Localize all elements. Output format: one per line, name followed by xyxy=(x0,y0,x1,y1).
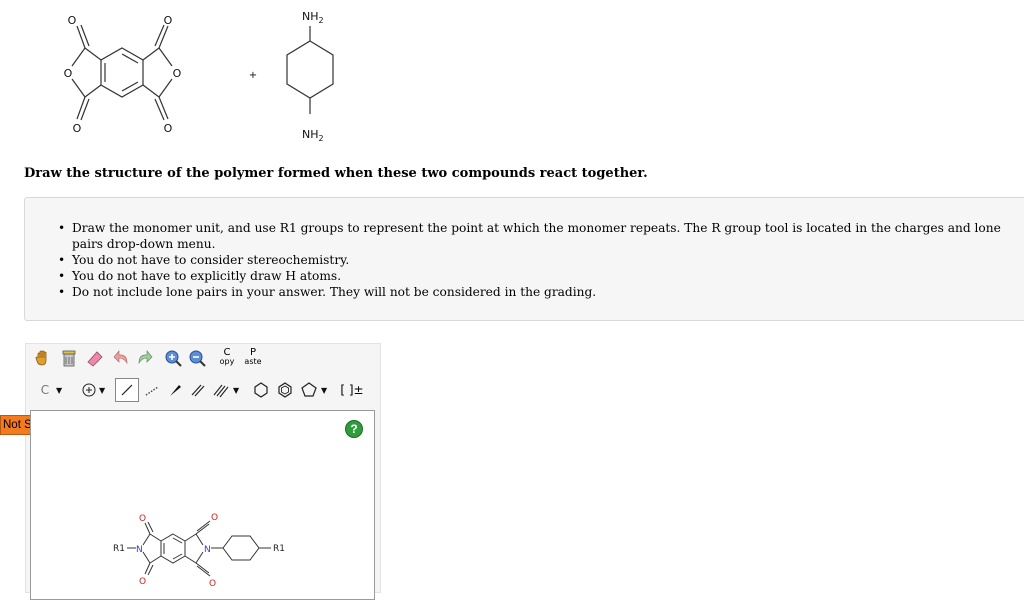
cyclopropane-ring-icon[interactable] xyxy=(250,379,272,401)
bracket-tool-button[interactable]: [ ]± xyxy=(338,379,366,401)
oxygen-label: O xyxy=(164,122,173,135)
chevron-down-icon[interactable]: ▼ xyxy=(233,386,239,395)
redo-icon[interactable] xyxy=(134,347,156,369)
instructions-panel: Draw the monomer unit, and use R1 groups… xyxy=(24,197,1024,321)
instructions-list: Draw the monomer unit, and use R1 groups… xyxy=(25,220,1002,300)
hand-tool-icon[interactable] xyxy=(32,347,54,369)
zoom-out-icon[interactable] xyxy=(186,347,208,369)
instruction-item: Do not include lone pairs in your answer… xyxy=(58,284,1002,300)
instruction-item: You do not have to consider stereochemis… xyxy=(58,252,1002,268)
instruction-item: Draw the monomer unit, and use R1 groups… xyxy=(58,220,1002,252)
amine-label-top: NH2 xyxy=(302,10,324,25)
chevron-down-icon[interactable]: ▼ xyxy=(56,386,62,395)
amine-label-bottom: NH2 xyxy=(302,128,324,143)
oxygen-label: O xyxy=(64,67,73,80)
single-bond-icon[interactable] xyxy=(115,378,139,402)
oxygen-label: O xyxy=(68,14,77,27)
help-icon[interactable]: ? xyxy=(345,420,363,438)
benzene-ring-icon[interactable] xyxy=(274,379,296,401)
triple-bond-icon[interactable] xyxy=(210,379,232,401)
chevron-down-icon[interactable]: ▼ xyxy=(321,386,327,395)
undo-icon[interactable] xyxy=(110,347,132,369)
oxygen-label: O xyxy=(211,513,218,523)
oxygen-label: O xyxy=(173,67,182,80)
oxygen-label: O xyxy=(209,579,216,589)
instruction-item: You do not have to explicitly draw H ato… xyxy=(58,268,1002,284)
eraser-icon[interactable] xyxy=(84,347,106,369)
element-selector[interactable]: C xyxy=(34,379,56,401)
copy-button[interactable]: C opy xyxy=(216,346,238,368)
oxygen-label: O xyxy=(139,514,146,524)
clear-canvas-icon[interactable] xyxy=(58,347,80,369)
oxygen-label: O xyxy=(139,577,146,587)
r1-group-left: R1 xyxy=(113,544,125,554)
drawn-polymer-structure: R1 N N O O O O R1 xyxy=(113,513,285,589)
nitrogen-label: N xyxy=(136,545,143,555)
question-text: Draw the structure of the polymer formed… xyxy=(24,166,648,181)
hashed-bond-icon[interactable] xyxy=(141,379,163,401)
cyclopentane-ring-icon[interactable] xyxy=(298,379,320,401)
r1-group-right: R1 xyxy=(273,544,285,554)
double-bond-icon[interactable] xyxy=(187,379,209,401)
oxygen-label: O xyxy=(164,14,173,27)
nitrogen-label: N xyxy=(204,545,211,555)
wedge-bond-icon[interactable] xyxy=(164,379,186,401)
paste-button[interactable]: P aste xyxy=(242,346,264,368)
oxygen-label: O xyxy=(73,122,82,135)
reaction-scheme: O O O O O O + NH2 NH2 xyxy=(64,10,334,143)
charge-tool-icon[interactable] xyxy=(78,379,100,401)
chevron-down-icon[interactable]: ▼ xyxy=(99,386,105,395)
zoom-in-icon[interactable] xyxy=(162,347,184,369)
plus-sign: + xyxy=(249,70,257,81)
